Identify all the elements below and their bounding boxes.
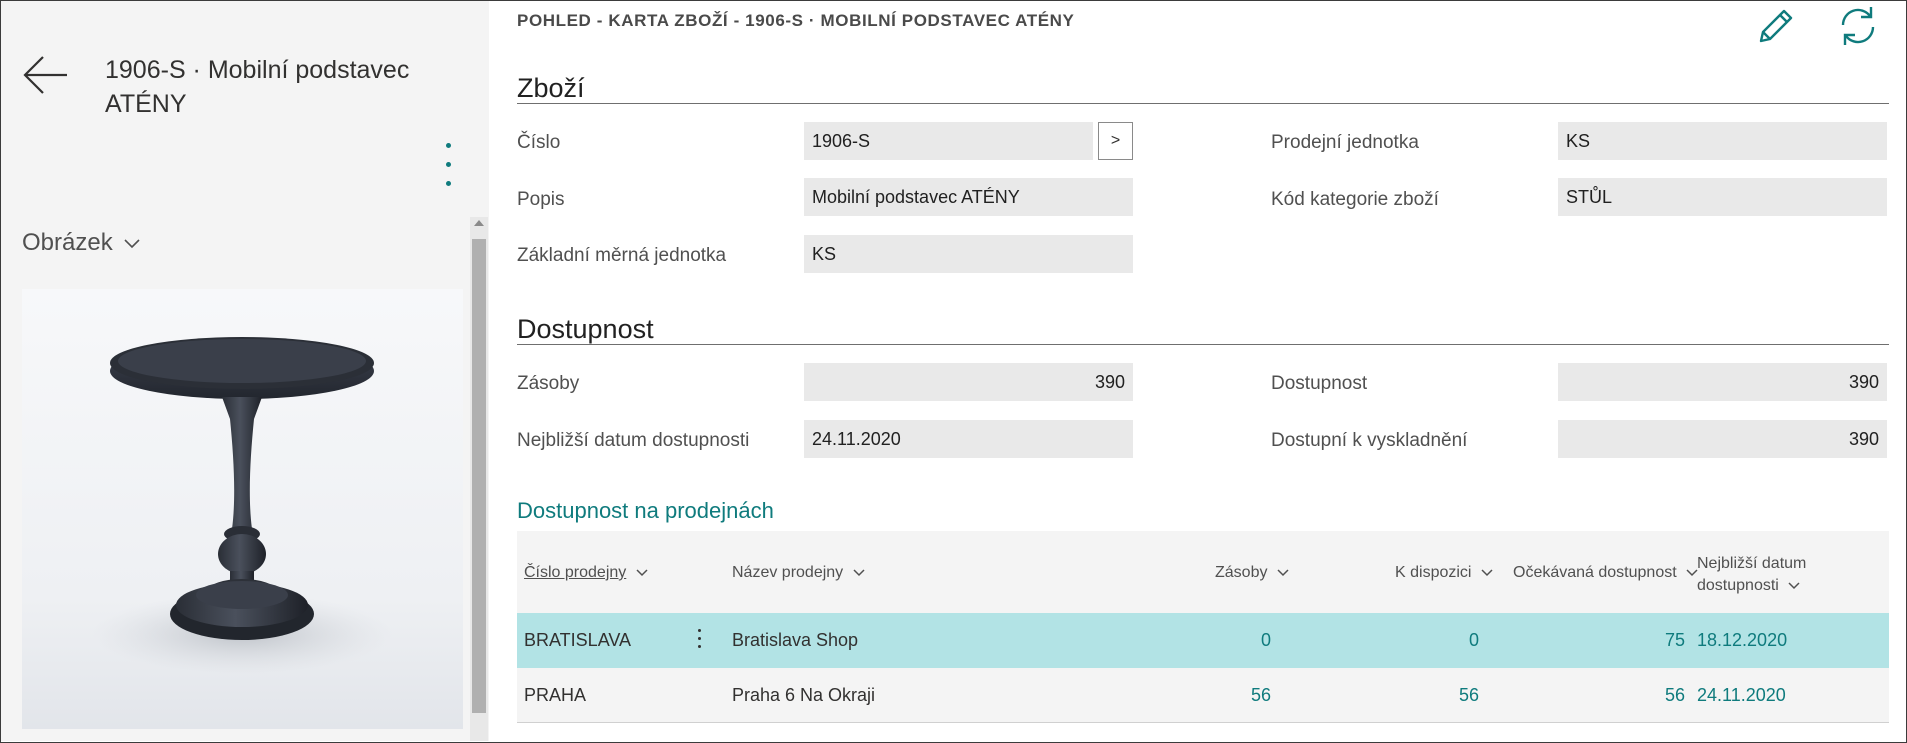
sales-unit-label: Prodejní jednotka [1271,132,1419,153]
description-field[interactable]: Mobilní podstavec ATÉNY [804,178,1133,216]
scrollbar-thumb[interactable] [472,239,486,713]
section-divider [517,344,1889,345]
row-actions-button[interactable] [693,629,705,653]
number-lookup-button[interactable]: > [1098,122,1133,160]
inventory-field[interactable]: 390 [804,363,1133,401]
category-label: Kód kategorie zboží [1271,189,1439,210]
picture-factbox-caption[interactable]: Obrázek [22,229,141,257]
item-picture [22,289,463,729]
category-field[interactable]: STŮL [1558,178,1887,216]
section-divider [517,103,1889,104]
edit-button[interactable] [1753,3,1799,49]
earliest-date-cell[interactable]: 24.11.2020 [1697,668,1786,723]
store-no-cell: BRATISLAVA [524,630,632,650]
chevron-down-icon [853,569,865,576]
available-cell[interactable]: 0 [1297,613,1479,668]
item-title: 1906-S · Mobilní podstavec ATÉNY [105,56,410,118]
refresh-icon [1841,7,1875,45]
picture-factbox-label: Obrázek [22,229,113,256]
table-row[interactable]: BRATISLAVA Bratislava Shop 0 0 75 18.12.… [517,613,1889,668]
breadcrumb: POHLED - KARTA ZBOŽÍ - 1906-S · MOBILNÍ … [517,11,1075,30]
pickable-label: Dostupní k vyskladnění [1271,430,1468,451]
expected-cell[interactable]: 56 [1507,668,1685,723]
available-cell[interactable]: 56 [1297,668,1479,723]
scroll-up-arrow-icon[interactable] [474,220,484,226]
vertical-ellipsis-icon [693,629,705,648]
inventory-label: Zásoby [517,373,580,394]
pencil-icon [1759,9,1793,43]
earliest-date-field[interactable]: 24.11.2020 [804,420,1133,458]
section-title-item: Zboží [517,73,585,103]
availability-field[interactable]: 390 [1558,363,1887,401]
store-name-cell: Bratislava Shop [732,630,859,650]
factbox-scrollbar[interactable] [470,217,488,741]
chevron-down-icon [1481,569,1493,576]
expected-cell[interactable]: 75 [1507,613,1685,668]
more-options-button[interactable] [437,143,459,191]
availability-label: Dostupnost [1271,373,1368,394]
pickable-field[interactable]: 390 [1558,420,1887,458]
inventory-cell[interactable]: 56 [1077,668,1271,723]
store-name-cell: Praha 6 Na Okraji [732,685,876,705]
column-header-available[interactable]: K dispozici [1395,564,1494,582]
chevron-down-icon [636,569,648,576]
section-title-availability: Dostupnost [517,314,654,344]
refresh-button[interactable] [1835,3,1881,49]
grid-header: Číslo prodejny Název prodejny Zásoby K d… [517,531,1889,613]
inventory-cell[interactable]: 0 [1077,613,1271,668]
description-label: Popis [517,189,565,210]
column-header-expected[interactable]: Očekávaná dostupnost [1513,564,1699,582]
item-card-content: POHLED - KARTA ZBOŽÍ - 1906-S · MOBILNÍ … [490,1,1905,741]
column-header-store-name[interactable]: Název prodejny [732,564,866,582]
base-uom-label: Základní měrná jednotka [517,245,727,266]
number-label: Číslo [517,132,561,153]
vertical-ellipsis-icon [437,143,459,186]
column-header-store-no[interactable]: Číslo prodejny [524,564,649,582]
number-field[interactable]: 1906-S [804,122,1093,160]
back-button[interactable] [21,55,69,95]
column-header-earliest-date[interactable]: Nejbližší datum dostupnosti [1697,553,1806,597]
earliest-date-cell[interactable]: 18.12.2020 [1697,613,1787,668]
item-factbox-pane: 1906-S · Mobilní podstavec ATÉNY Obrázek [1,1,489,741]
table-row[interactable]: PRAHA Praha 6 Na Okraji 56 56 56 24.11.2… [517,668,1889,723]
chevron-down-icon [1788,582,1800,589]
chevron-down-icon [124,239,140,248]
chevron-down-icon [1277,569,1289,576]
sales-unit-field[interactable]: KS [1558,122,1887,160]
base-uom-field[interactable]: KS [804,235,1133,273]
store-availability-title[interactable]: Dostupnost na prodejnách [517,498,774,524]
column-header-inventory[interactable]: Zásoby [1215,564,1290,582]
arrow-left-icon [23,56,67,94]
store-no-cell: PRAHA [524,685,587,705]
earliest-date-label: Nejbližší datum dostupnosti [517,430,750,451]
